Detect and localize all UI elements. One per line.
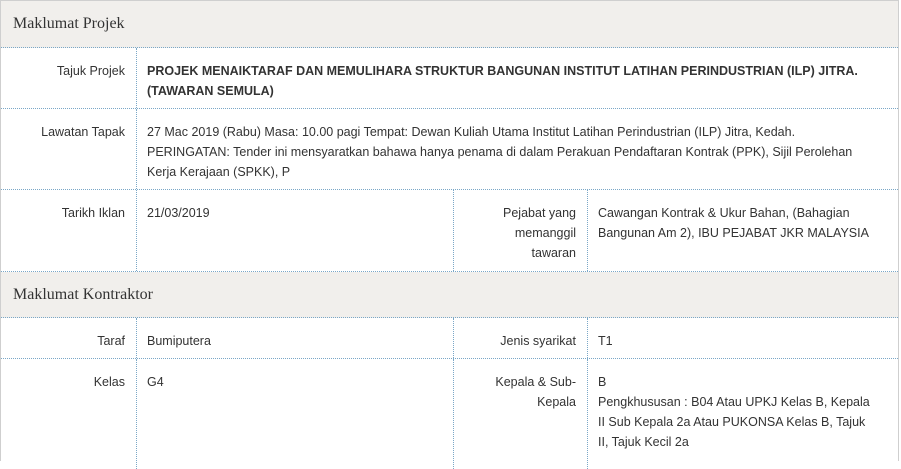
row-lawatan-tapak: Lawatan Tapak 27 Mac 2019 (Rabu) Masa: 1… bbox=[1, 109, 898, 190]
value-line: PERINGATAN: Tender ini mensyaratkan baha… bbox=[147, 145, 853, 159]
value-line: PROJEK MENAIKTARAF DAN MEMULIHARA STRUKT… bbox=[147, 64, 858, 78]
field-label: Kelas bbox=[1, 359, 137, 469]
label-line: Pejabat yang bbox=[503, 206, 576, 220]
label-line: Kepala & Sub- bbox=[495, 375, 576, 389]
value-line: Pengkhususan : B04 Atau UPKJ Kelas B, Ke… bbox=[598, 395, 870, 409]
field-label: Tajuk Projek bbox=[1, 48, 137, 108]
field-label: Lawatan Tapak bbox=[1, 109, 137, 189]
value-line: II Sub Kepala 2a Atau PUKONSA Kelas B, T… bbox=[598, 415, 866, 429]
row-tarikh-iklan: Tarikh Iklan 21/03/2019 Pejabat yang mem… bbox=[1, 190, 898, 272]
value-line: II, Tajuk Kecil 2a bbox=[598, 435, 689, 449]
row-taraf: Taraf Bumiputera Jenis syarikat T1 bbox=[1, 318, 898, 359]
label-line: memanggil bbox=[514, 226, 576, 240]
label-line: tawaran bbox=[531, 246, 576, 260]
field-value-tajuk-projek: PROJEK MENAIKTARAF DAN MEMULIHARA STRUKT… bbox=[137, 48, 868, 108]
value-line: Bangunan Am 2), IBU PEJABAT JKR MALAYSIA bbox=[598, 226, 869, 240]
value-line: B bbox=[598, 375, 607, 389]
section-header-maklumat-kontraktor: Maklumat Kontraktor bbox=[1, 272, 898, 318]
label-line: Kepala bbox=[537, 395, 576, 409]
field-label: Tarikh Iklan bbox=[1, 190, 137, 271]
section-title: Maklumat Projek bbox=[13, 15, 125, 32]
field-label-jenis-syarikat: Jenis syarikat bbox=[453, 318, 588, 358]
field-value-kepala: B Pengkhususan : B04 Atau UPKJ Kelas B, … bbox=[588, 359, 898, 469]
value-line: Kerja Kerajaan (SPKK), P bbox=[147, 165, 291, 179]
field-value-jenis-syarikat: T1 bbox=[598, 334, 613, 348]
value-line: 27 Mac 2019 (Rabu) Masa: 10.00 pagi Temp… bbox=[147, 125, 796, 139]
value-line: Cawangan Kontrak & Ukur Bahan, (Bahagian bbox=[598, 206, 850, 220]
field-value-lawatan-tapak: 27 Mac 2019 (Rabu) Masa: 10.00 pagi Temp… bbox=[137, 109, 862, 189]
section-title: Maklumat Kontraktor bbox=[13, 286, 153, 303]
section-header-maklumat-projek: Maklumat Projek bbox=[1, 1, 898, 48]
tender-details-panel: Maklumat Projek Tajuk Projek PROJEK MENA… bbox=[0, 0, 899, 469]
field-label: Taraf bbox=[1, 318, 137, 358]
field-label-kepala: Kepala & Sub- Kepala bbox=[453, 359, 588, 469]
field-value-pejabat: Cawangan Kontrak & Ukur Bahan, (Bahagian… bbox=[588, 190, 898, 271]
field-value-kelas: G4 bbox=[147, 375, 164, 389]
field-value-taraf: Bumiputera bbox=[147, 334, 211, 348]
row-kelas: Kelas G4 Kepala & Sub- Kepala B Pengkhus… bbox=[1, 359, 898, 469]
field-label-pejabat: Pejabat yang memanggil tawaran bbox=[453, 190, 588, 271]
row-tajuk-projek: Tajuk Projek PROJEK MENAIKTARAF DAN MEMU… bbox=[1, 48, 898, 109]
field-value-tarikh-iklan: 21/03/2019 bbox=[147, 206, 210, 220]
value-line: (TAWARAN SEMULA) bbox=[147, 84, 274, 98]
